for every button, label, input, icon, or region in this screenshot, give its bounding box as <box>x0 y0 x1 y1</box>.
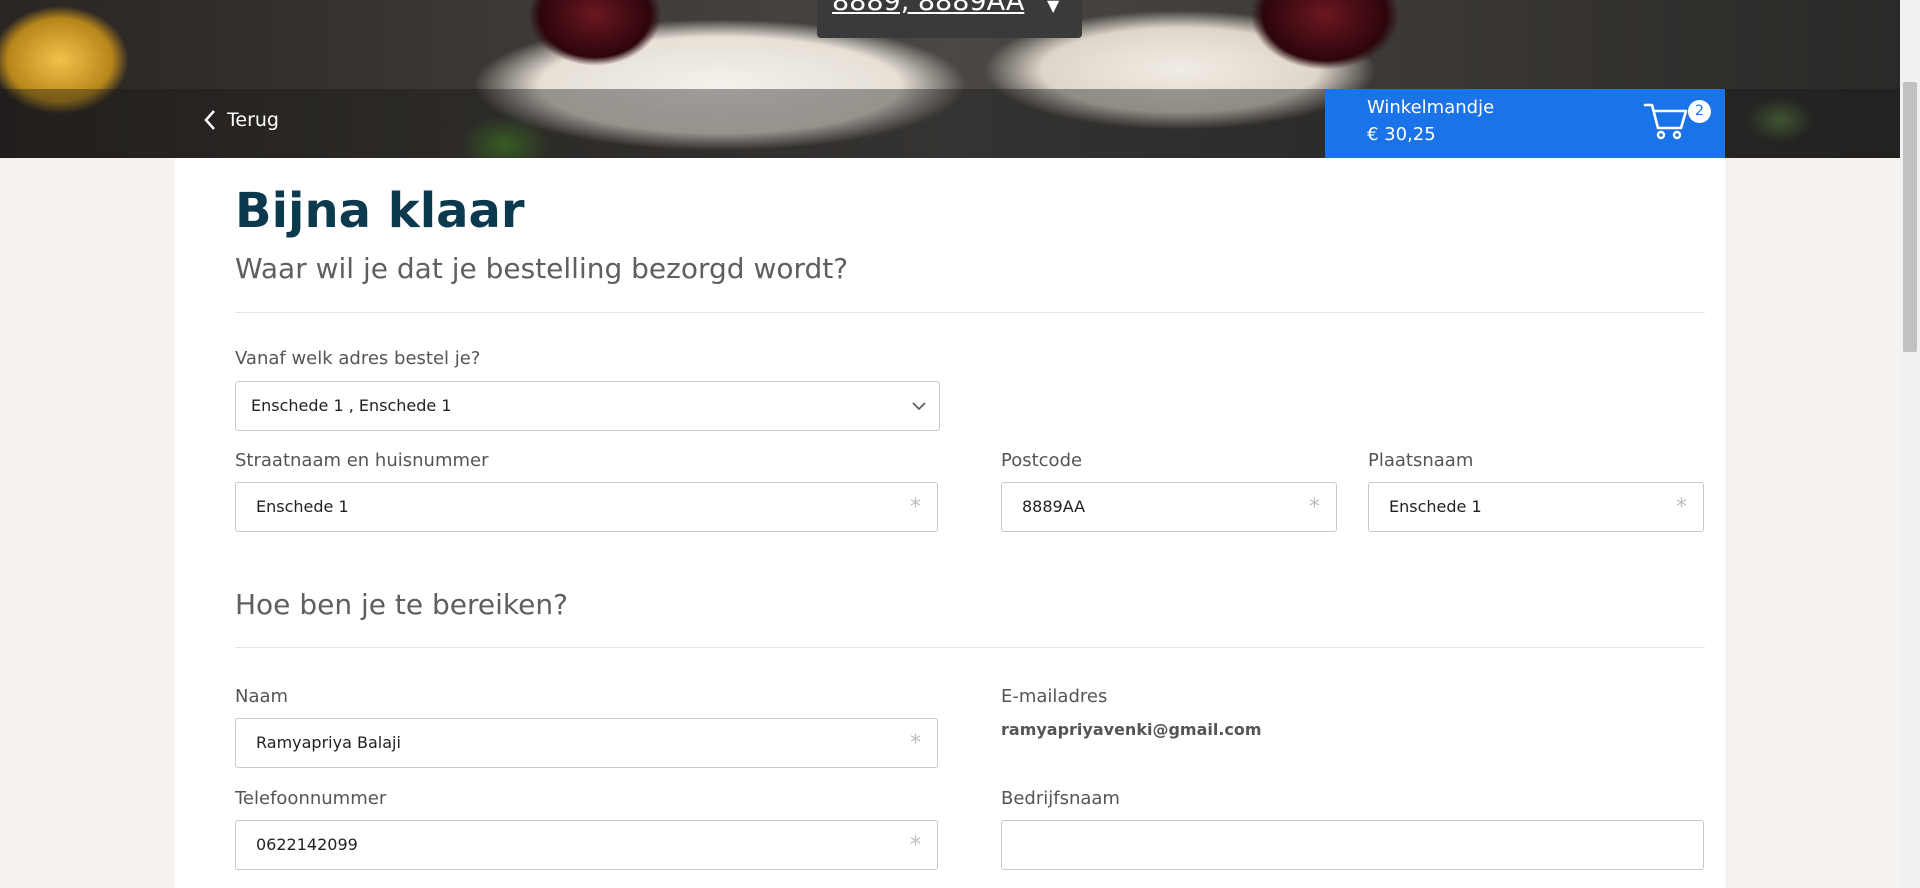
company-label: Bedrijfsnaam <box>1001 788 1120 809</box>
shopping-cart-icon <box>1643 103 1688 140</box>
cart-title: Winkelmandje <box>1367 97 1495 118</box>
name-label: Naam <box>235 686 289 707</box>
checkout-card: Bijna klaar Waar wil je dat je bestellin… <box>175 158 1725 888</box>
page-scrollbar[interactable] <box>1900 0 1920 888</box>
street-field[interactable]: Enschede 1 * <box>235 482 938 532</box>
company-field[interactable] <box>1001 820 1704 870</box>
required-icon: * <box>1676 495 1687 520</box>
phone-value: 0622142099 <box>256 835 358 854</box>
name-value: Ramyapriya Balaji <box>256 733 401 752</box>
required-icon: * <box>910 731 921 756</box>
cart-amount: € 30,25 <box>1367 124 1436 145</box>
cart-button[interactable]: Winkelmandje € 30,25 2 <box>1325 89 1725 158</box>
back-link[interactable]: Terug <box>203 109 279 131</box>
email-value: ramyapriyavenki@gmail.com <box>1001 720 1262 739</box>
required-icon: * <box>1309 495 1320 520</box>
city-value: Enschede 1 <box>1389 497 1482 516</box>
back-label[interactable]: Terug <box>227 109 279 131</box>
postcode-field[interactable]: 8889AA * <box>1001 482 1337 532</box>
delivery-section-heading: Waar wil je dat je bestelling bezorgd wo… <box>235 252 849 285</box>
scrollbar-thumb[interactable] <box>1903 82 1917 352</box>
address-select[interactable]: Enschede 1 , Enschede 1 <box>235 381 940 431</box>
name-field[interactable]: Ramyapriya Balaji * <box>235 718 938 768</box>
phone-label: Telefoonnummer <box>235 788 387 809</box>
email-label: E-mailadres <box>1001 686 1108 707</box>
address-select-value: Enschede 1 , Enschede 1 <box>251 396 452 415</box>
required-icon: * <box>910 833 921 858</box>
required-icon: * <box>910 495 921 520</box>
page-title: Bijna klaar <box>235 183 525 239</box>
chevron-down-icon <box>912 402 926 411</box>
divider <box>235 312 1705 313</box>
address-select-label: Vanaf welk adres bestel je? <box>235 348 481 369</box>
cart-count-badge: 2 <box>1688 100 1711 123</box>
chevron-left-icon <box>204 110 215 130</box>
phone-field[interactable]: 0622142099 * <box>235 820 938 870</box>
chevron-down-icon[interactable]: ▼ <box>1047 0 1059 15</box>
divider <box>235 647 1705 648</box>
city-field[interactable]: Enschede 1 * <box>1368 482 1704 532</box>
postcode-value: 8889AA <box>1022 497 1086 516</box>
postcode-label: Postcode <box>1001 450 1083 471</box>
street-label: Straatnaam en huisnummer <box>235 450 489 471</box>
street-value: Enschede 1 <box>256 497 349 516</box>
postcode-selector-label[interactable]: 8889, 8889AA <box>832 0 1024 17</box>
contact-section-heading: Hoe ben je te bereiken? <box>235 588 568 621</box>
city-label: Plaatsnaam <box>1368 450 1474 471</box>
